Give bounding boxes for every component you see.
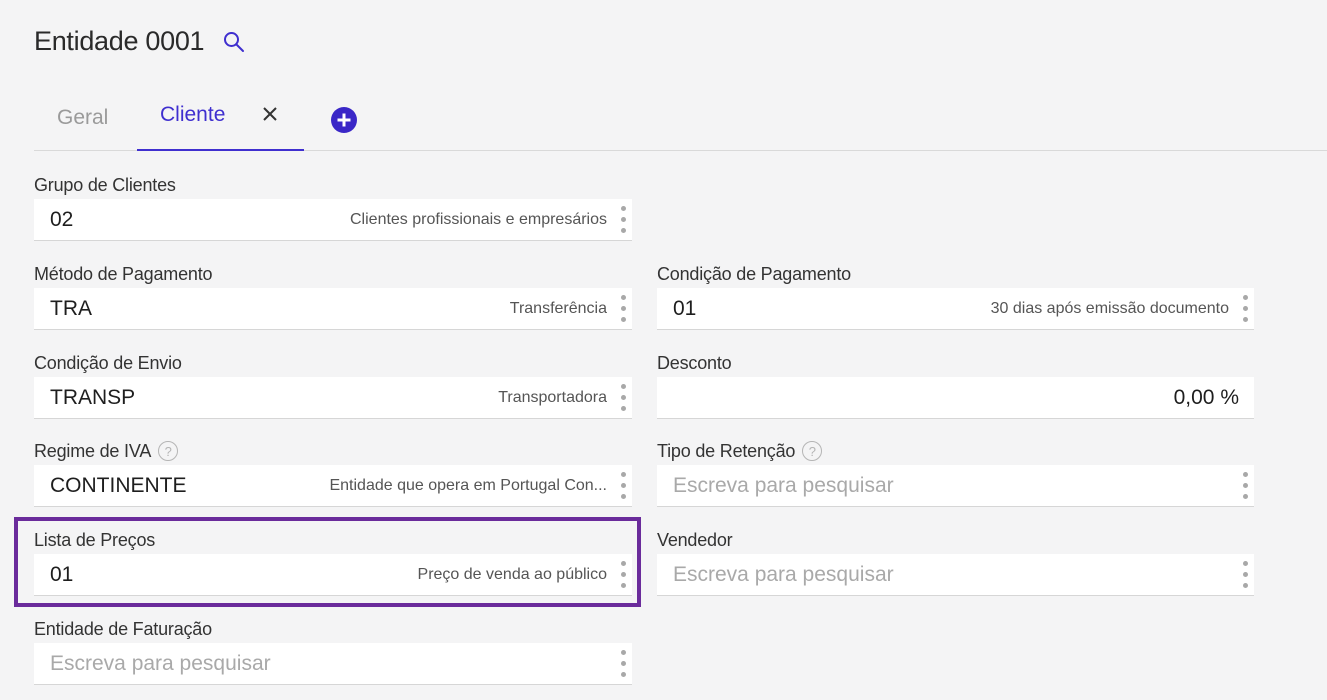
- field-vendedor: Vendedor Escreva para pesquisar: [657, 529, 1254, 596]
- field-label: Desconto: [657, 352, 732, 373]
- more-options-icon[interactable]: [614, 469, 632, 503]
- field-value: TRA: [50, 297, 92, 320]
- field-value: 01: [50, 563, 74, 586]
- field-label: Método de Pagamento: [34, 263, 213, 284]
- field-label: Tipo de Retenção: [657, 440, 796, 461]
- field-description: Entidade que opera em Portugal Con...: [329, 477, 607, 494]
- condicao-pagamento-input[interactable]: 01 30 dias após emissão documento: [657, 288, 1254, 330]
- metodo-pagamento-input[interactable]: TRA Transferência: [34, 288, 632, 330]
- field-metodo-pagamento: Método de Pagamento TRA Transferência: [34, 263, 632, 330]
- field-description: Transferência: [509, 300, 607, 317]
- more-options-icon[interactable]: [614, 203, 632, 237]
- more-options-icon[interactable]: [614, 292, 632, 326]
- field-placeholder: Escreva para pesquisar: [673, 474, 894, 497]
- field-label: Entidade de Faturação: [34, 618, 212, 639]
- field-regime-iva: Regime de IVA ? CONTINENTE Entidade que …: [34, 440, 632, 507]
- field-value: CONTINENTE: [50, 474, 187, 497]
- field-description: Clientes profissionais e empresários: [350, 211, 607, 228]
- tab-bar: Geral Cliente: [34, 90, 1327, 151]
- field-value: 02: [50, 208, 74, 231]
- more-options-icon[interactable]: [614, 647, 632, 681]
- field-description: Preço de venda ao público: [417, 566, 607, 583]
- field-label: Condição de Envio: [34, 352, 182, 373]
- field-value: 01: [673, 297, 697, 320]
- field-label: Grupo de Clientes: [34, 174, 176, 195]
- field-value: TRANSP: [50, 386, 136, 409]
- field-label: Lista de Preços: [34, 529, 156, 550]
- tab-geral[interactable]: Geral: [57, 106, 108, 165]
- page-title: Entidade 0001: [34, 26, 205, 56]
- page-header: Entidade 0001: [34, 26, 246, 57]
- field-lista-precos: Lista de Preços 01 Preço de venda ao púb…: [34, 529, 632, 596]
- field-entidade-faturacao: Entidade de Faturação Escreva para pesqu…: [34, 618, 632, 685]
- close-icon[interactable]: [259, 103, 281, 125]
- field-condicao-pagamento: Condição de Pagamento 01 30 dias após em…: [657, 263, 1254, 330]
- condicao-envio-input[interactable]: TRANSP Transportadora: [34, 377, 632, 419]
- tab-cliente[interactable]: Cliente: [137, 90, 304, 151]
- entidade-faturacao-input[interactable]: Escreva para pesquisar: [34, 643, 632, 685]
- field-label-row: Tipo de Retenção ?: [657, 440, 1254, 462]
- field-label: Condição de Pagamento: [657, 263, 851, 284]
- field-grupo-clientes: Grupo de Clientes 02 Clientes profission…: [34, 174, 632, 241]
- regime-iva-input[interactable]: CONTINENTE Entidade que opera em Portuga…: [34, 465, 632, 507]
- desconto-input[interactable]: 0,00 %: [657, 377, 1254, 419]
- field-description: 30 dias após emissão documento: [990, 300, 1229, 317]
- more-options-icon[interactable]: [1236, 558, 1254, 592]
- field-placeholder: Escreva para pesquisar: [50, 652, 271, 675]
- field-label: Vendedor: [657, 529, 733, 550]
- field-desconto: Desconto 0,00 %: [657, 352, 1254, 419]
- field-label-row: Regime de IVA ?: [34, 440, 632, 462]
- field-tipo-retencao: Tipo de Retenção ? Escreva para pesquisa…: [657, 440, 1254, 507]
- tab-cliente-label: Cliente: [160, 103, 226, 126]
- more-options-icon[interactable]: [1236, 292, 1254, 326]
- search-icon[interactable]: [222, 30, 246, 54]
- more-options-icon[interactable]: [614, 558, 632, 592]
- help-icon[interactable]: ?: [158, 441, 179, 461]
- more-options-icon[interactable]: [614, 381, 632, 415]
- help-icon[interactable]: ?: [802, 441, 823, 461]
- field-value: 0,00 %: [1173, 386, 1239, 409]
- field-label: Regime de IVA: [34, 440, 152, 461]
- lista-precos-input[interactable]: 01 Preço de venda ao público: [34, 554, 632, 596]
- vendedor-input[interactable]: Escreva para pesquisar: [657, 554, 1254, 596]
- grupo-clientes-input[interactable]: 02 Clientes profissionais e empresários: [34, 199, 632, 241]
- plus-circle-icon: [331, 107, 357, 133]
- add-tab-button[interactable]: [330, 106, 358, 134]
- tipo-retencao-input[interactable]: Escreva para pesquisar: [657, 465, 1254, 507]
- field-condicao-envio: Condição de Envio TRANSP Transportadora: [34, 352, 632, 419]
- field-placeholder: Escreva para pesquisar: [673, 563, 894, 586]
- field-description: Transportadora: [498, 389, 607, 406]
- more-options-icon[interactable]: [1236, 469, 1254, 503]
